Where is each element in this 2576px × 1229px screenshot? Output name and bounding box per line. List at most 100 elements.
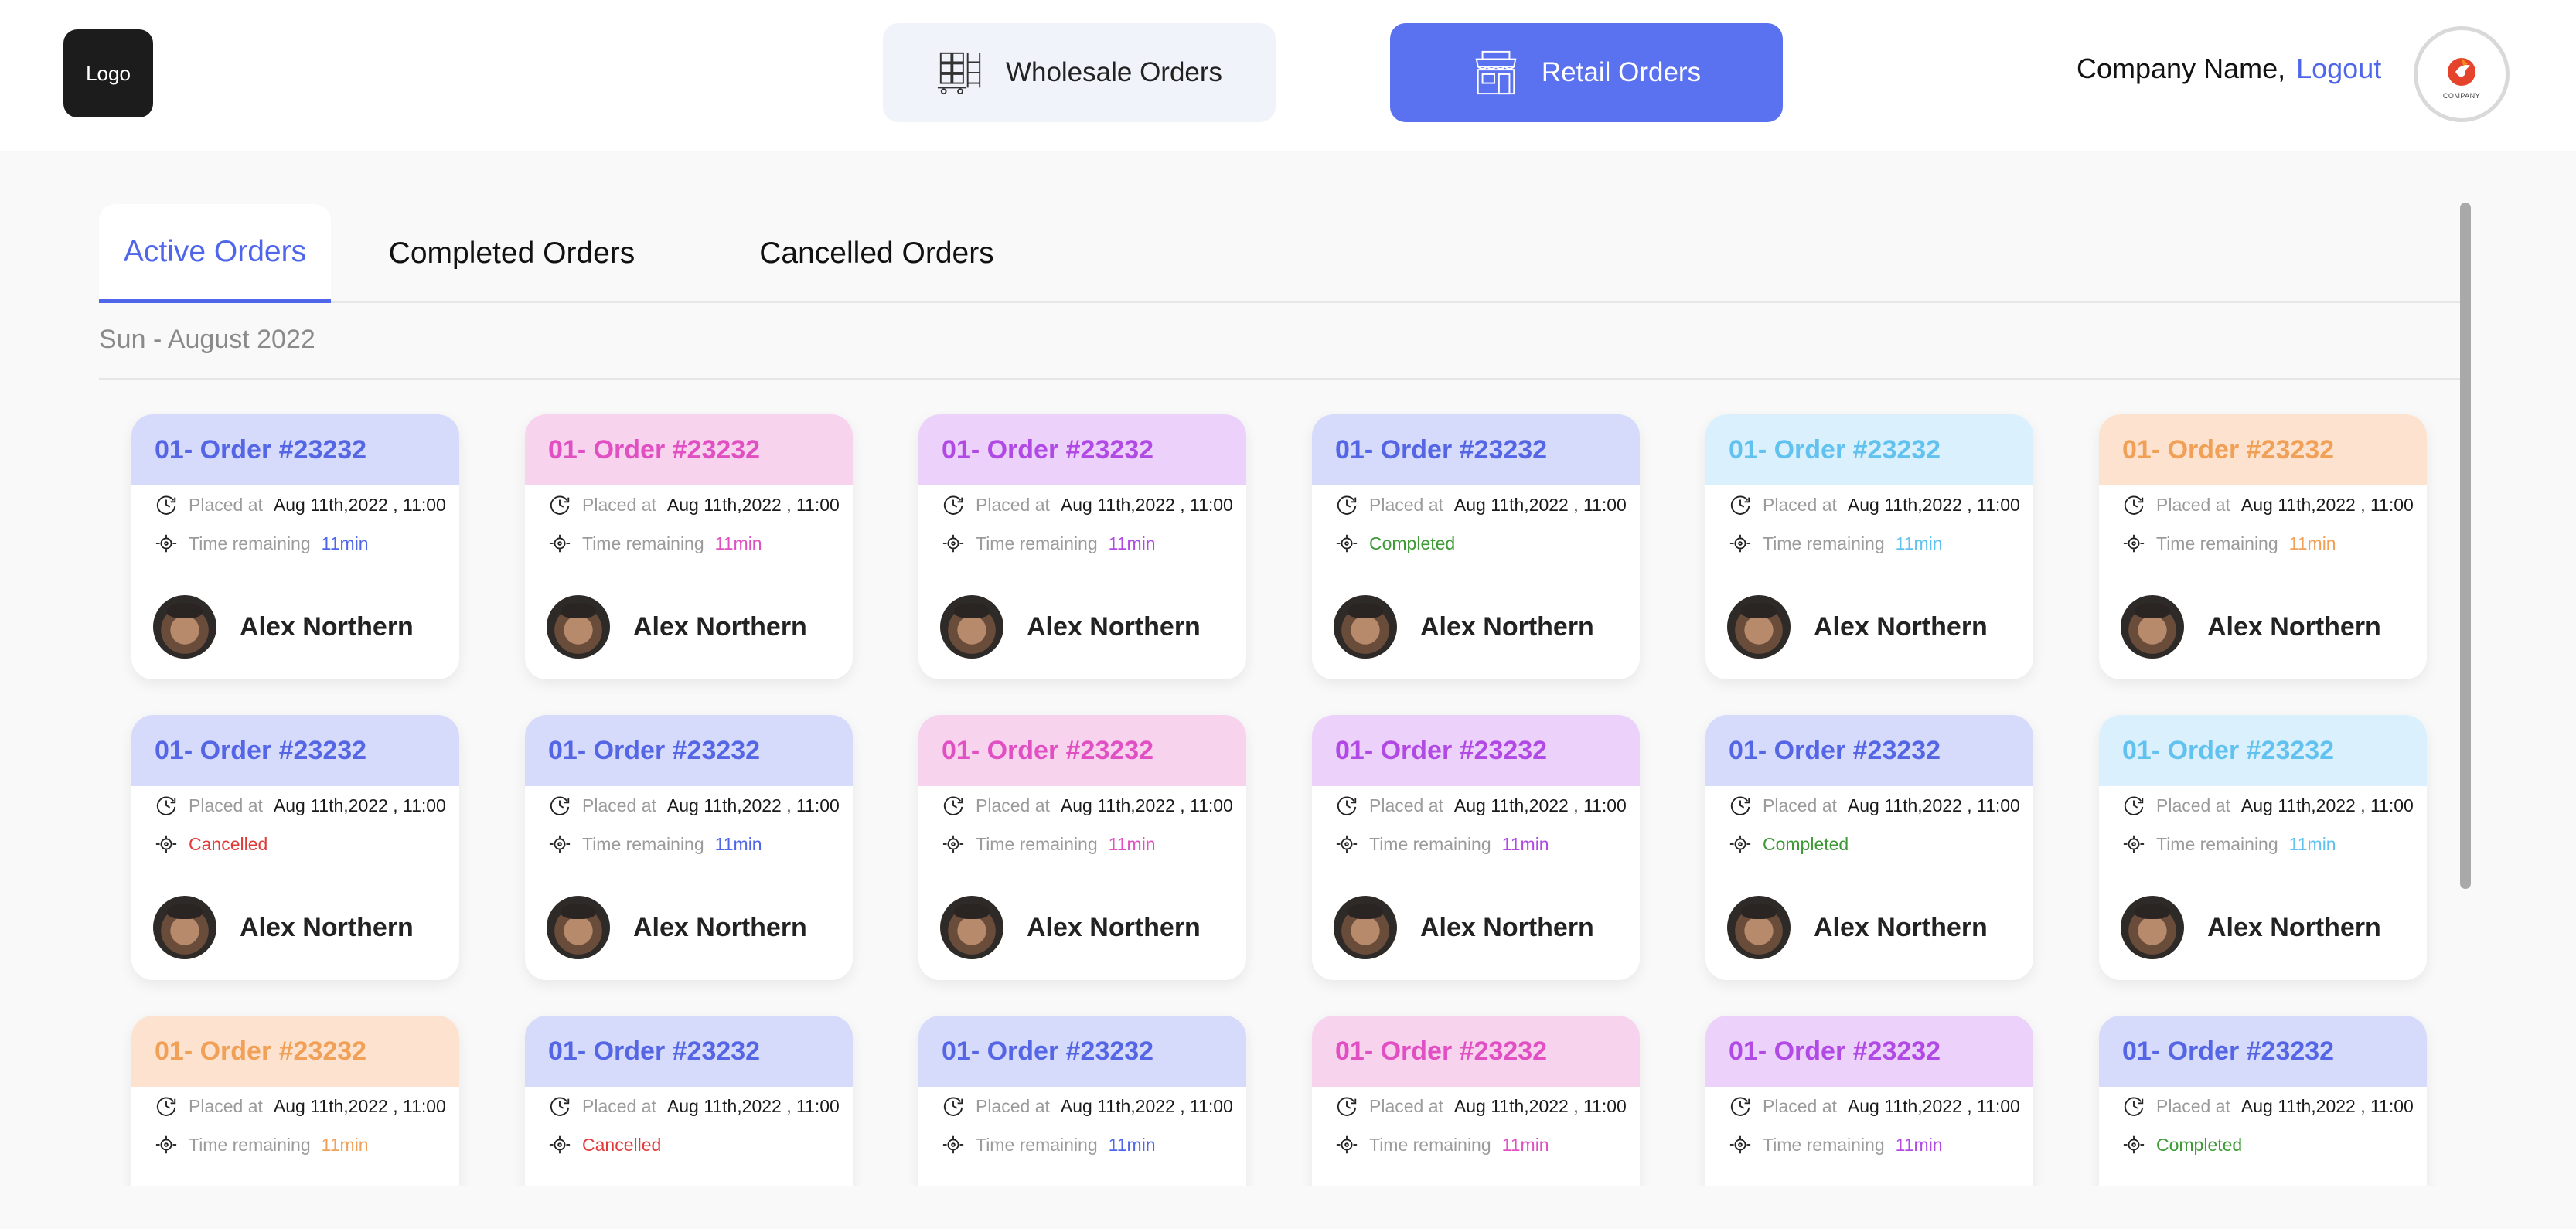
company-avatar[interactable]: COMPANY xyxy=(2414,26,2510,122)
retail-orders-button[interactable]: Retail Orders xyxy=(1390,23,1783,122)
placed-date: Aug 11th,2022 , 11:00 xyxy=(1847,494,2020,515)
customer: Alex Northern xyxy=(547,896,807,959)
placed-date: Aug 11th,2022 , 11:00 xyxy=(2240,1095,2414,1116)
placed-date: Aug 11th,2022 , 11:00 xyxy=(666,795,840,815)
order-card[interactable]: 01- Order #23232 Placed at Aug 11th,2022… xyxy=(918,414,1246,679)
placed-date: Aug 11th,2022 , 11:00 xyxy=(666,494,840,515)
order-title: 01- Order #23232 xyxy=(525,715,853,786)
placed-label: Placed at xyxy=(1763,795,1837,815)
timer-icon xyxy=(549,835,571,853)
order-title: 01- Order #23232 xyxy=(1312,1016,1640,1087)
status-value: 11min xyxy=(321,1134,369,1155)
placed-date: Aug 11th,2022 , 11:00 xyxy=(1847,795,2020,815)
clock-icon xyxy=(2124,495,2144,515)
customer: Alex Northern xyxy=(153,595,414,659)
order-card[interactable]: 01- Order #23232 Placed at Aug 11th,2022… xyxy=(1705,414,2033,679)
order-title: 01- Order #23232 xyxy=(1705,715,2033,786)
order-card[interactable]: 01- Order #23232 Placed at Aug 11th,2022… xyxy=(2099,414,2427,679)
order-card[interactable]: 01- Order #23232 Placed at Aug 11th,2022… xyxy=(131,1016,459,1186)
order-card[interactable]: 01- Order #23232 Placed at Aug 11th,2022… xyxy=(1312,1016,1640,1186)
status-row: Time remaining 11min xyxy=(1705,1125,2033,1164)
placed-row: Placed at Aug 11th,2022 , 11:00 xyxy=(1312,485,1640,524)
clock-icon xyxy=(156,495,176,515)
clock-icon xyxy=(550,1097,570,1116)
avatar xyxy=(1334,896,1397,959)
placed-row: Placed at Aug 11th,2022 , 11:00 xyxy=(525,1087,853,1125)
order-card[interactable]: 01- Order #23232 Placed at Aug 11th,2022… xyxy=(1705,1016,2033,1186)
status-value: 11min xyxy=(714,833,762,854)
order-title: 01- Order #23232 xyxy=(525,414,853,485)
clock-icon xyxy=(943,796,963,815)
tab-active-orders[interactable]: Active Orders xyxy=(99,204,331,303)
order-title: 01- Order #23232 xyxy=(1312,414,1640,485)
avatar xyxy=(153,896,216,959)
clock-icon xyxy=(1337,495,1357,515)
status-row: Cancelled xyxy=(525,1125,853,1164)
clock-icon xyxy=(1337,1097,1357,1116)
tab-cancelled-orders[interactable]: Cancelled Orders xyxy=(738,204,1016,303)
order-card[interactable]: 01- Order #23232 Placed at Aug 11th,2022… xyxy=(131,715,459,980)
order-card[interactable]: 01- Order #23232 Placed at Aug 11th,2022… xyxy=(525,715,853,980)
account-area: Company Name, Logout xyxy=(2077,53,2381,85)
status-label: Time remaining xyxy=(189,533,311,553)
placed-label: Placed at xyxy=(2156,494,2230,515)
timer-icon xyxy=(155,534,177,553)
order-title: 01- Order #23232 xyxy=(1705,1016,2033,1087)
orders-viewport: 01- Order #23232 Placed at Aug 11th,2022… xyxy=(0,411,2474,1186)
customer-name: Alex Northern xyxy=(1814,912,1988,942)
wholesale-orders-label: Wholesale Orders xyxy=(1005,57,1223,87)
order-card[interactable]: 01- Order #23232 Placed at Aug 11th,2022… xyxy=(918,715,1246,980)
placed-label: Placed at xyxy=(2156,1095,2230,1116)
order-card[interactable]: 01- Order #23232 Placed at Aug 11th,2022… xyxy=(2099,715,2427,980)
placed-date: Aug 11th,2022 , 11:00 xyxy=(1847,1095,2020,1116)
status-value: 11min xyxy=(1501,1134,1549,1155)
order-card[interactable]: 01- Order #23232 Placed at Aug 11th,2022… xyxy=(2099,1016,2427,1186)
customer: Alex Northern xyxy=(1334,595,1594,659)
order-card[interactable]: 01- Order #23232 Placed at Aug 11th,2022… xyxy=(525,414,853,679)
app-logo[interactable]: Logo xyxy=(63,29,153,117)
wholesale-orders-button[interactable]: Wholesale Orders xyxy=(883,23,1276,122)
order-grid: 01- Order #23232 Placed at Aug 11th,2022… xyxy=(131,414,2437,1186)
status-row: Time remaining 11min xyxy=(918,524,1246,563)
customer-name: Alex Northern xyxy=(2207,912,2381,942)
placed-date: Aug 11th,2022 , 11:00 xyxy=(1453,795,1627,815)
placed-label: Placed at xyxy=(582,1095,656,1116)
order-card[interactable]: 01- Order #23232 Placed at Aug 11th,2022… xyxy=(1312,715,1640,980)
status-label: Time remaining xyxy=(1369,1134,1491,1155)
customer-name: Alex Northern xyxy=(633,611,807,642)
placed-label: Placed at xyxy=(1369,795,1443,815)
clock-icon xyxy=(1730,495,1750,515)
order-card[interactable]: 01- Order #23232 Placed at Aug 11th,2022… xyxy=(131,414,459,679)
order-card[interactable]: 01- Order #23232 Placed at Aug 11th,2022… xyxy=(918,1016,1246,1186)
placed-row: Placed at Aug 11th,2022 , 11:00 xyxy=(131,485,459,524)
placed-date: Aug 11th,2022 , 11:00 xyxy=(2240,494,2414,515)
customer-name: Alex Northern xyxy=(1420,611,1594,642)
customer: Alex Northern xyxy=(940,595,1201,659)
timer-icon xyxy=(1336,534,1358,553)
status-label: Time remaining xyxy=(1763,1134,1885,1155)
placed-label: Placed at xyxy=(1369,1095,1443,1116)
company-logo-icon xyxy=(2448,58,2475,86)
retail-orders-label: Retail Orders xyxy=(1541,57,1702,87)
status-label: Time remaining xyxy=(189,1134,311,1155)
placed-row: Placed at Aug 11th,2022 , 11:00 xyxy=(2099,786,2427,825)
customer: Alex Northern xyxy=(153,896,414,959)
timer-icon xyxy=(2123,835,2145,853)
placed-date: Aug 11th,2022 , 11:00 xyxy=(2240,795,2414,815)
customer-name: Alex Northern xyxy=(2207,611,2381,642)
logout-link[interactable]: Logout xyxy=(2296,53,2381,85)
date-group-heading: Sun - August 2022 xyxy=(99,325,315,354)
placed-date: Aug 11th,2022 , 11:00 xyxy=(1453,1095,1627,1116)
order-card[interactable]: 01- Order #23232 Placed at Aug 11th,2022… xyxy=(1705,715,2033,980)
order-card[interactable]: 01- Order #23232 Placed at Aug 11th,2022… xyxy=(525,1016,853,1186)
avatar xyxy=(940,896,1003,959)
customer-name: Alex Northern xyxy=(1027,611,1201,642)
timer-icon xyxy=(942,835,964,853)
order-card[interactable]: 01- Order #23232 Placed at Aug 11th,2022… xyxy=(1312,414,1640,679)
logo-label: Logo xyxy=(86,61,131,85)
tab-completed-orders[interactable]: Completed Orders xyxy=(373,204,651,303)
timer-icon xyxy=(549,1135,571,1154)
customer: Alex Northern xyxy=(2121,896,2381,959)
status-label: Time remaining xyxy=(582,533,704,553)
placed-row: Placed at Aug 11th,2022 , 11:00 xyxy=(918,485,1246,524)
